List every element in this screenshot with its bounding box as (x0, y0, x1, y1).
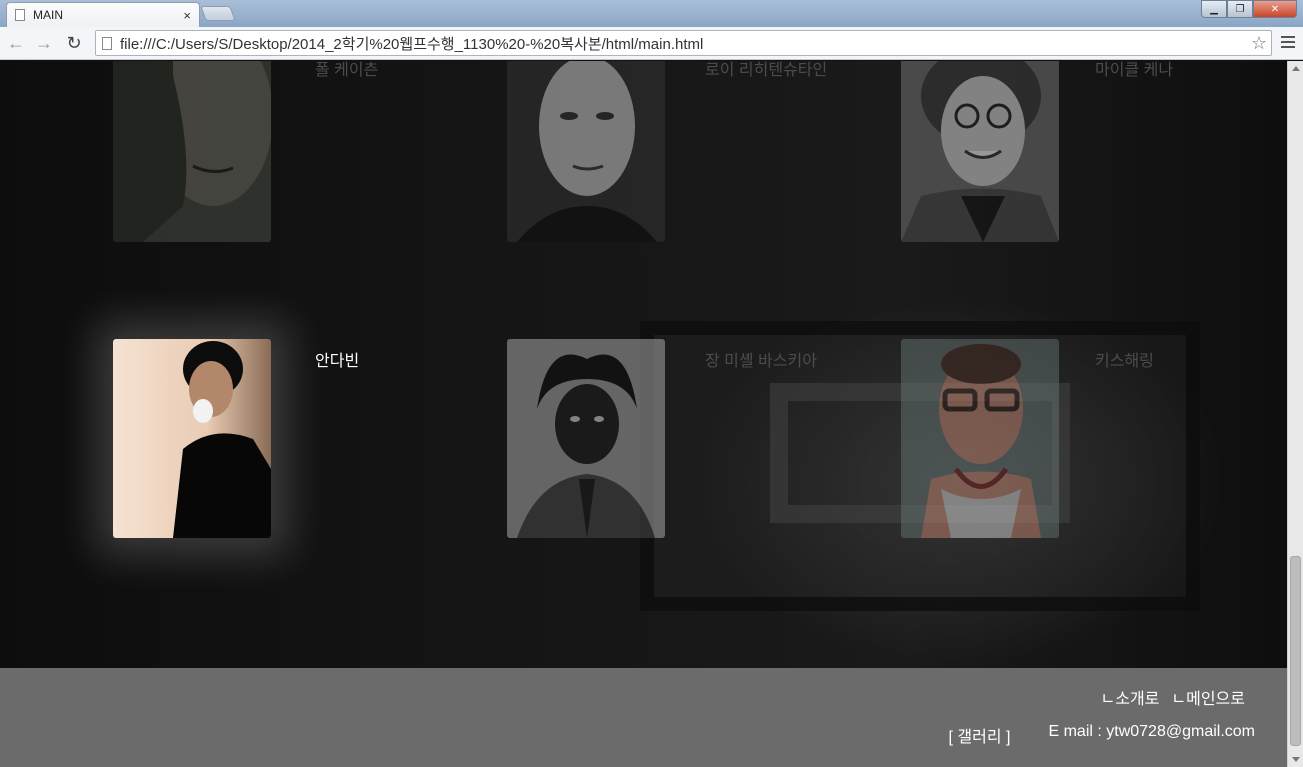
page-footer: ㄴ소개로 ㄴ메인으로 [ 갤러리 ] E mail : ytw0728@gmai… (0, 668, 1287, 767)
artist-name-3[interactable]: 마이클 케나 (1095, 61, 1173, 80)
main-link[interactable]: ㄴ메인으로 (1171, 685, 1245, 709)
artist-photo-1[interactable] (113, 61, 271, 242)
scroll-up-icon[interactable] (1292, 66, 1300, 71)
artist-photo-4[interactable] (113, 339, 271, 538)
gallery-label: [ 갤러리 ] (948, 729, 1011, 746)
chrome-menu-icon[interactable] (1281, 34, 1295, 50)
url-text[interactable]: file:///C:/Users/S/Desktop/2014_2학기%20웹프… (120, 33, 1251, 54)
new-tab-button[interactable] (200, 6, 236, 21)
back-icon[interactable]: ← (4, 33, 28, 54)
address-bar[interactable]: file:///C:/Users/S/Desktop/2014_2학기%20웹프… (95, 30, 1272, 56)
minimize-button[interactable]: ▁ (1201, 0, 1227, 18)
forward-icon[interactable]: → (32, 33, 56, 54)
tab-close-icon[interactable]: × (183, 8, 191, 23)
artist-photo-3[interactable] (901, 61, 1059, 242)
scroll-down-icon[interactable] (1292, 757, 1300, 762)
window-titlebar: MAIN × ▁ ❐ ✕ (0, 0, 1303, 27)
tab-title: MAIN (33, 8, 63, 22)
email-text: E mail : ytw0728@gmail.com (1048, 723, 1255, 740)
artist-name-6[interactable]: 키스해링 (1095, 347, 1154, 371)
artist-name-4[interactable]: 안다빈 (315, 347, 359, 371)
artist-photo-5[interactable] (507, 339, 665, 538)
browser-toolbar: ← → ↻ file:///C:/Users/S/Desktop/2014_2학… (0, 27, 1303, 60)
footer-nav: ㄴ소개로 ㄴ메인으로 (1101, 685, 1246, 709)
window-controls: ▁ ❐ ✕ (1201, 0, 1297, 18)
browser-tab[interactable]: MAIN × (6, 2, 200, 27)
vertical-scrollbar[interactable] (1287, 61, 1303, 767)
artist-photo-2[interactable] (507, 61, 665, 242)
artist-photo-6[interactable] (901, 339, 1059, 538)
page-content: 폴 케이츤 로이 리히텐슈타인 마이클 케나 안다빈 장 미셸 바스키아 키스해… (0, 61, 1287, 767)
bookmark-star-icon[interactable]: ☆ (1251, 33, 1267, 54)
scroll-thumb[interactable] (1290, 556, 1301, 746)
reload-icon[interactable]: ↻ (62, 33, 86, 54)
artist-name-1[interactable]: 폴 케이츤 (315, 61, 378, 80)
page-icon (15, 9, 25, 21)
intro-link[interactable]: ㄴ소개로 (1101, 685, 1160, 709)
footer-info: [ 갤러리 ] E mail : ytw0728@gmail.com (949, 723, 1255, 747)
artist-name-2[interactable]: 로이 리히텐슈타인 (705, 61, 827, 80)
close-window-button[interactable]: ✕ (1253, 0, 1297, 18)
artist-name-5[interactable]: 장 미셸 바스키아 (705, 347, 817, 371)
document-icon (102, 36, 112, 50)
maximize-button[interactable]: ❐ (1227, 0, 1253, 18)
